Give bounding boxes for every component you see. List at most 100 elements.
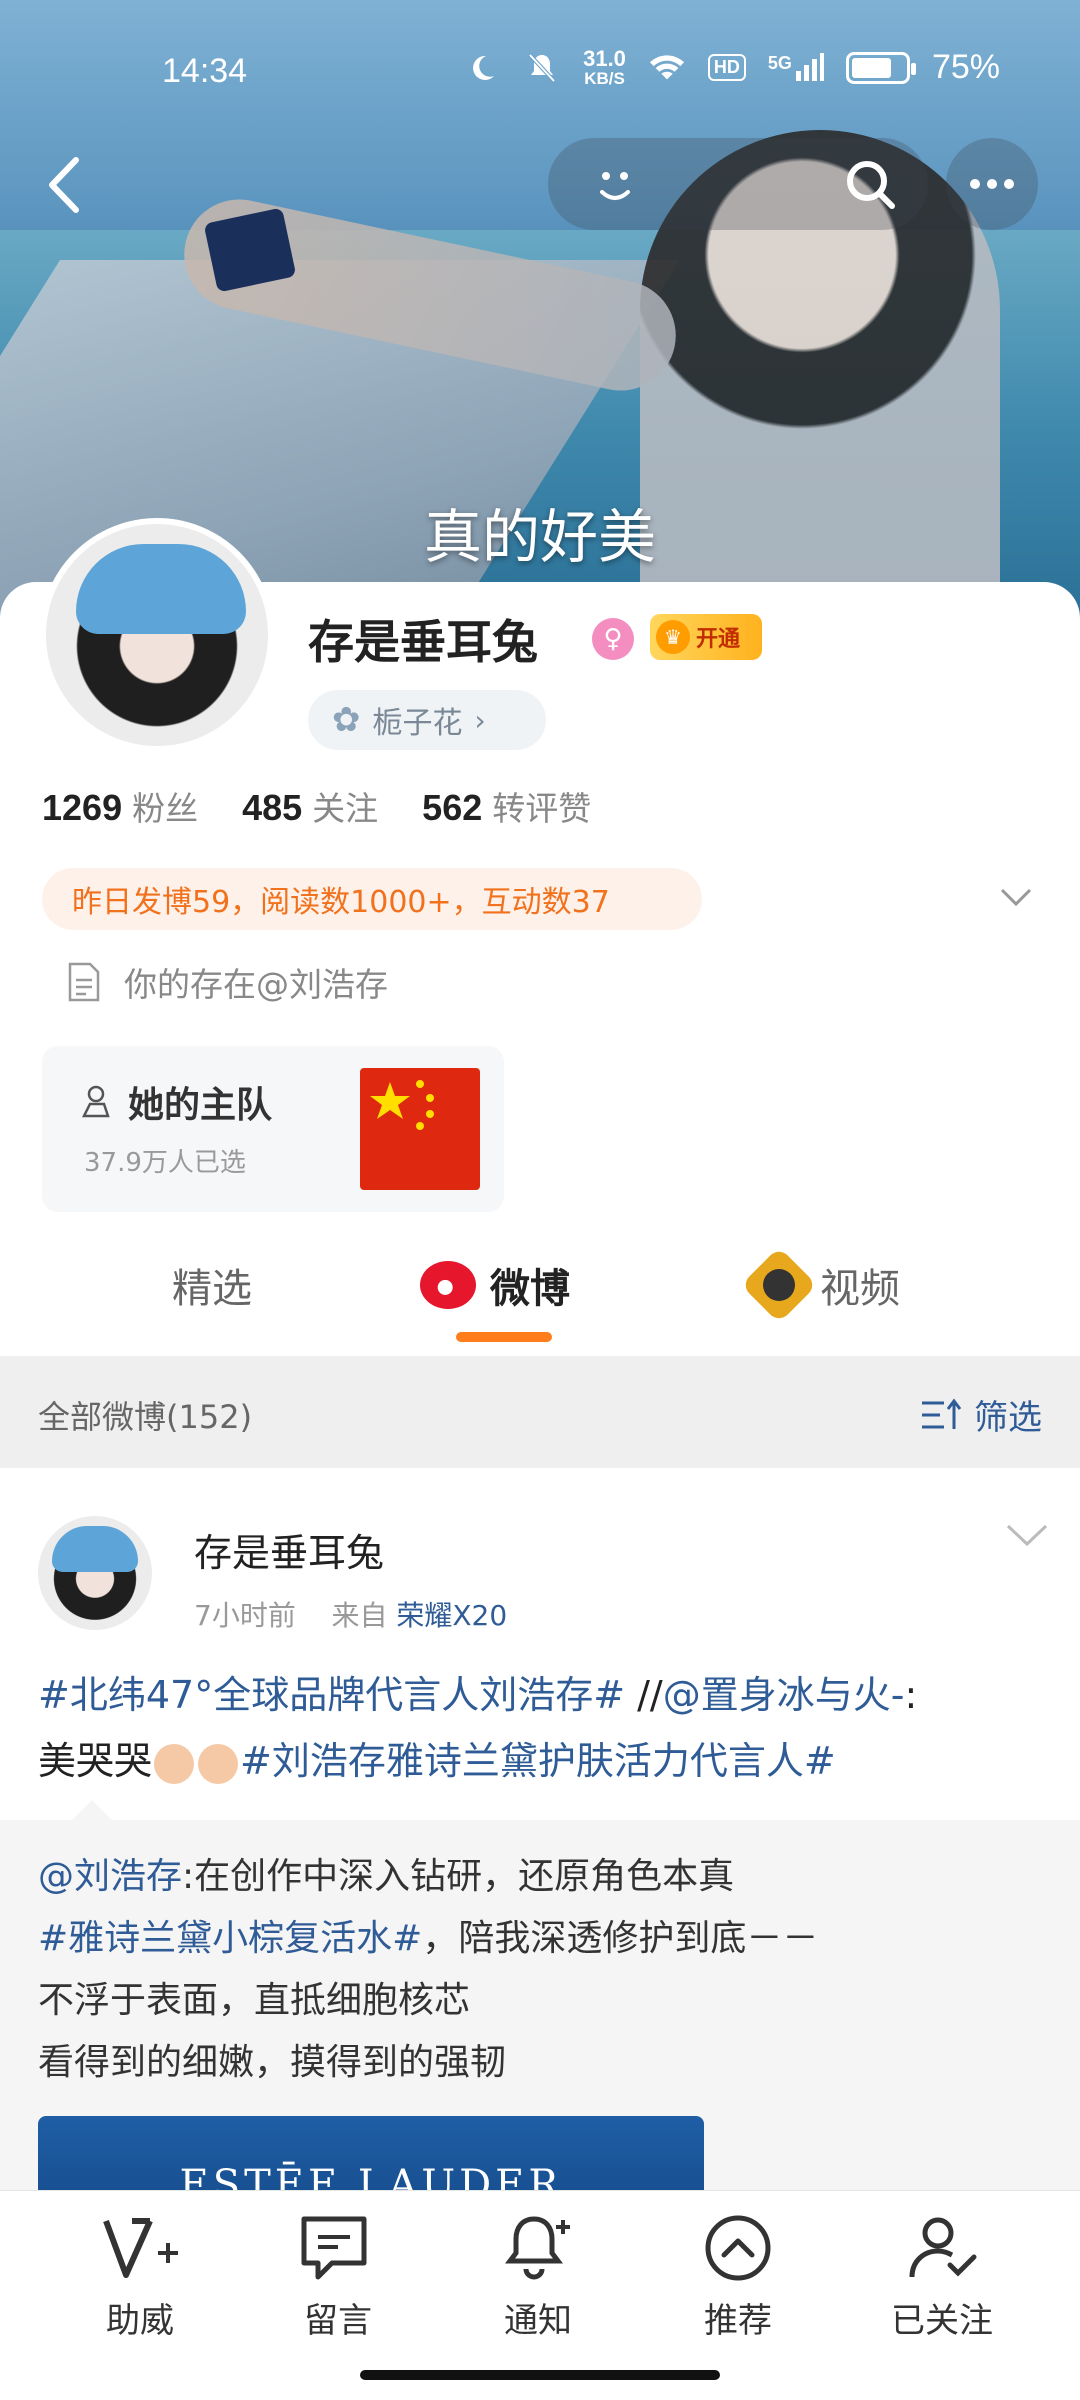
chevron-right-icon: ›	[474, 703, 486, 737]
all-posts-count: 全部微博(152)	[38, 1398, 253, 1436]
cheer-icon	[103, 2218, 178, 2278]
network-type: 5G	[767, 52, 792, 73]
search-icon[interactable]	[836, 150, 906, 220]
post-hashtag[interactable]: #刘浩存雅诗兰黛护肤活力代言人#	[240, 1739, 836, 1783]
tab-featured[interactable]: 精选	[172, 1256, 252, 1314]
more-button[interactable]	[946, 138, 1038, 230]
team-title: 她的主队	[128, 1085, 273, 1126]
filter-button[interactable]: 筛选	[920, 1390, 1042, 1439]
post-mention[interactable]: @置身冰与火-	[663, 1673, 905, 1717]
post-from: 来自	[331, 1599, 388, 1632]
stat-number: 485	[242, 787, 303, 828]
battery-icon	[845, 51, 916, 84]
stat-label: 粉丝	[132, 789, 199, 828]
team-title-row: 她的主队	[80, 1076, 272, 1128]
tab-label: 视频	[820, 1266, 900, 1312]
avatar[interactable]	[40, 518, 274, 752]
weibo-icon	[420, 1261, 476, 1309]
repost-hashtag[interactable]: #雅诗兰黛小棕复活水#	[38, 1918, 422, 1959]
document-icon	[68, 962, 100, 1002]
stat-label: 转评赞	[492, 789, 592, 828]
filter-label: 筛选	[974, 1398, 1042, 1438]
post-meta: 7小时前 来自 荣耀X20	[194, 1594, 507, 1634]
tab-label: 精选	[172, 1266, 252, 1312]
home-indicator[interactable]	[360, 2370, 720, 2380]
signal-icon	[795, 52, 824, 81]
net-speed-unit: KB/S	[584, 69, 625, 88]
bottom-label: 留言	[304, 2301, 372, 2341]
emoji-icon	[198, 1743, 239, 1784]
net-speed-value: 31.0	[583, 46, 626, 71]
status-icons: 31.0 KB/S HD 5G 75%	[463, 48, 1000, 87]
moon-icon	[463, 49, 501, 87]
stat-interactions[interactable]: 562 转评赞	[422, 782, 591, 830]
bell-icon	[505, 2216, 570, 2280]
notify-button[interactable]: 通知	[458, 2213, 618, 2342]
followed-icon	[909, 2217, 977, 2278]
recommend-button[interactable]: 推荐	[658, 2213, 818, 2342]
bottom-label: 通知	[504, 2301, 572, 2341]
stat-label: 关注	[312, 789, 379, 828]
bottom-action-bar: 助威 留言 通知 推荐 已关注	[0, 2190, 1080, 2400]
post-time: 7小时前	[194, 1599, 296, 1632]
post-text-part: //	[625, 1673, 663, 1717]
message-icon	[301, 2216, 367, 2280]
battery-level	[851, 57, 891, 78]
post-avatar[interactable]	[38, 1516, 152, 1630]
team-subtitle: 37.9万人已选	[84, 1148, 246, 1178]
followed-button[interactable]: 已关注	[862, 2213, 1022, 2342]
profile-tabs: 精选 微博 视频	[0, 1236, 1080, 1356]
repost-mention[interactable]: @刘浩存	[38, 1856, 182, 1897]
bio-text: 你的存在@刘浩存	[124, 965, 388, 1004]
profile-bio: 你的存在@刘浩存	[66, 958, 388, 1006]
post-device[interactable]: 荣耀X20	[396, 1599, 507, 1632]
status-time: 14:34	[162, 52, 248, 90]
emoji-icon	[154, 1743, 195, 1784]
video-icon	[740, 1246, 818, 1324]
stat-following[interactable]: 485 关注	[242, 782, 378, 830]
cheer-button[interactable]: 助威	[60, 2213, 220, 2342]
back-button[interactable]	[36, 150, 96, 220]
bottom-label: 推荐	[704, 2301, 772, 2341]
profile-tag-pill[interactable]: ✿ 栀子花 ›	[308, 690, 546, 750]
repost-text: @刘浩存:在创作中深入钻研，还原角色本真 #雅诗兰黛小棕复活水#，陪我深透修护到…	[38, 1846, 1048, 2094]
repost-arrow	[70, 1800, 114, 1822]
profile-nickname: 存是垂耳兔	[308, 615, 538, 669]
female-icon: ♀	[592, 618, 634, 660]
stat-fans[interactable]: 1269 粉丝	[42, 782, 198, 830]
vip-open-button[interactable]: ♛ 开通	[650, 614, 762, 660]
active-tab-indicator	[456, 1332, 552, 1342]
post-text: #北纬47°全球品牌代言人刘浩存# //@置身冰与火-: 美哭哭 #刘浩存雅诗兰黛…	[38, 1662, 1048, 1794]
post-menu-chevron-icon[interactable]	[1004, 1520, 1050, 1550]
daily-summary[interactable]: 昨日发博59，阅读数1000+，互动数37	[42, 868, 702, 930]
repost-text-part: ，陪我深透修护到底－－	[422, 1918, 819, 1959]
message-button[interactable]: 留言	[258, 2213, 418, 2342]
tab-weibo[interactable]: 微博	[420, 1256, 570, 1314]
home-team-card[interactable]: 她的主队 37.9万人已选	[42, 1046, 504, 1212]
post-author[interactable]: 存是垂耳兔	[194, 1522, 384, 1577]
chevron-down-icon[interactable]	[996, 880, 1036, 916]
mute-bell-icon	[523, 49, 561, 87]
tab-label: 微博	[490, 1266, 570, 1312]
vip-label: 开通	[696, 627, 741, 652]
smile-icon[interactable]	[580, 150, 650, 220]
post-text-part: :	[904, 1673, 918, 1717]
recommend-icon	[705, 2215, 771, 2281]
status-bar: 14:34 31.0 KB/S HD 5G 75%	[0, 0, 1080, 140]
clover-icon: ✿	[332, 700, 361, 740]
hd-badge: HD	[707, 54, 746, 81]
filter-icon	[922, 1398, 962, 1429]
wifi-icon	[648, 49, 686, 87]
battery-percent: 75%	[931, 48, 1000, 86]
tab-video[interactable]: 视频	[740, 1246, 900, 1324]
repost-text-part: :在创作中深入钻研，还原角色本真	[182, 1856, 735, 1897]
post-hashtag[interactable]: #北纬47°全球品牌代言人刘浩存#	[38, 1673, 625, 1717]
signal-group: 5G	[767, 52, 824, 83]
crown-icon: ♛	[656, 620, 690, 654]
filter-bar: 全部微博(152) 筛选	[0, 1356, 1080, 1468]
repost-text-part: 不浮于表面，直抵细胞核芯	[38, 1980, 471, 2021]
team-icon	[81, 1085, 110, 1118]
bottom-label: 助威	[106, 2301, 174, 2341]
post-text-part: 美哭哭	[38, 1739, 153, 1783]
tag-label: 栀子花	[372, 706, 463, 741]
